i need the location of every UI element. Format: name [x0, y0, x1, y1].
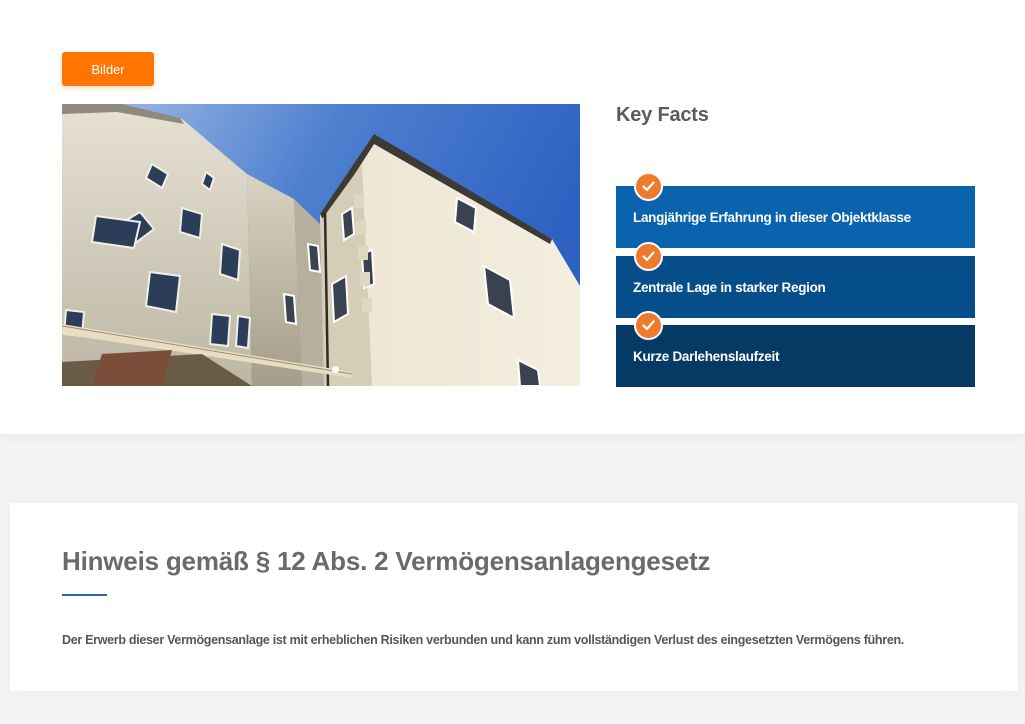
- key-fact-item: Kurze Darlehenslaufzeit: [616, 311, 975, 387]
- notice-card: [10, 503, 1018, 691]
- page: Bilder Key Facts Langjährige Erfahrung i…: [0, 0, 1025, 724]
- title-divider: [62, 594, 107, 596]
- key-facts-title: Key Facts: [616, 104, 709, 126]
- notice-title: Hinweis gemäß § 12 Abs. 2 Vermögensanlag…: [62, 546, 711, 576]
- image-slider[interactable]: [62, 104, 580, 386]
- images-button[interactable]: Bilder: [62, 52, 154, 86]
- building-photo: [62, 104, 580, 386]
- key-fact-label: Langjährige Erfahrung in dieser Objektkl…: [633, 210, 911, 225]
- check-circle-icon: [634, 172, 663, 201]
- key-fact-item: Langjährige Erfahrung in dieser Objektkl…: [616, 172, 975, 248]
- slider-dot-active[interactable]: [332, 366, 339, 373]
- key-fact-label: Zentrale Lage in starker Region: [633, 280, 826, 295]
- check-circle-icon: [634, 242, 663, 271]
- check-circle-icon: [634, 311, 663, 340]
- key-fact-label: Kurze Darlehenslaufzeit: [633, 349, 780, 364]
- notice-text: Der Erwerb dieser Vermögensanlage ist mi…: [62, 633, 904, 647]
- key-fact-item: Zentrale Lage in starker Region: [616, 242, 975, 318]
